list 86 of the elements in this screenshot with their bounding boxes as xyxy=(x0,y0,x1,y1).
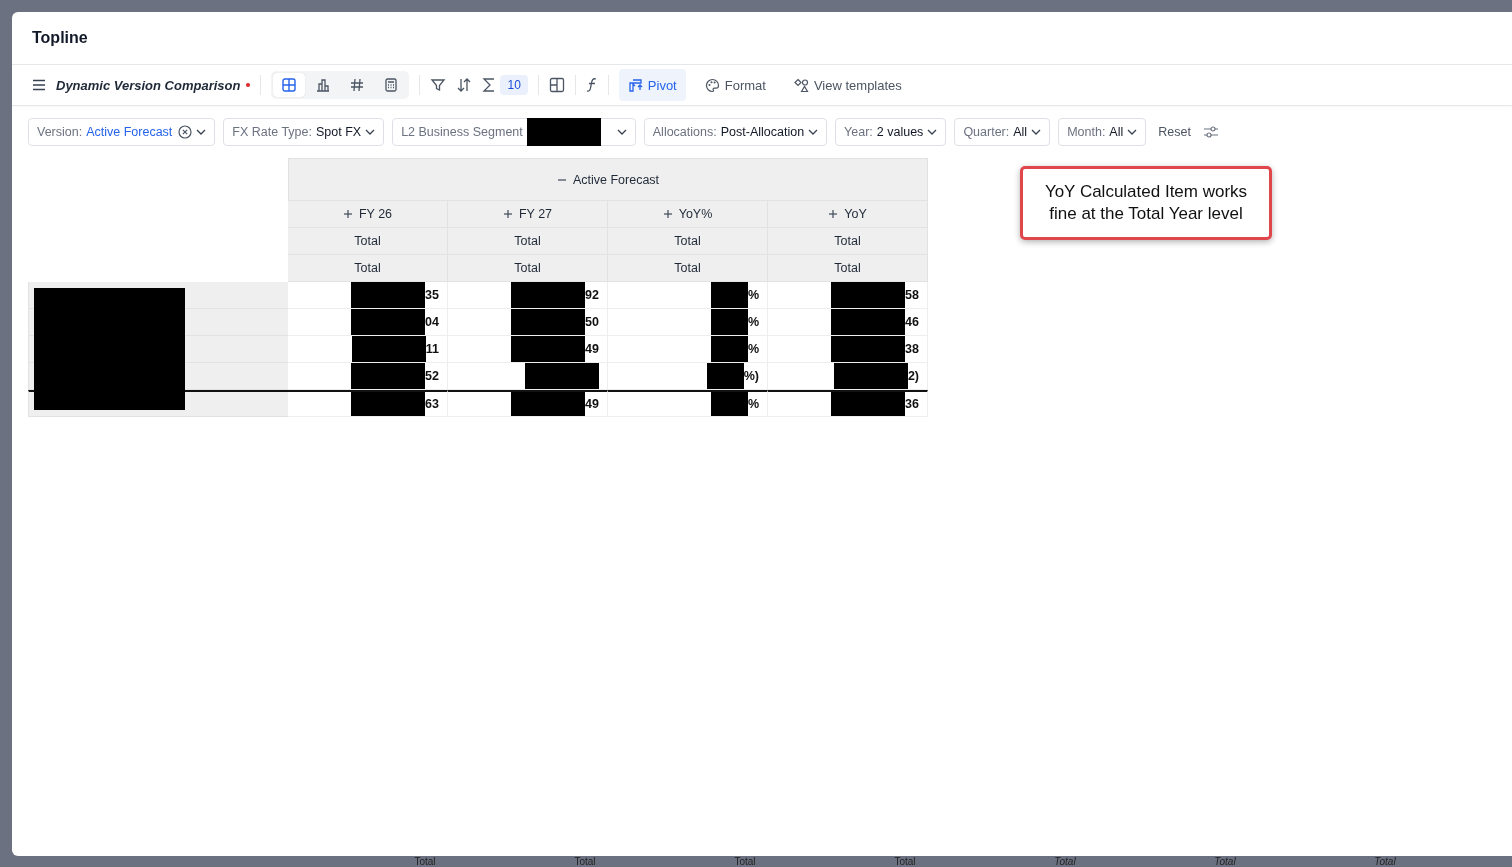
background-table-cell-text: Total xyxy=(1373,856,1397,867)
column-subheader: Total xyxy=(448,228,608,255)
background-table-cell-text: Total xyxy=(1053,856,1077,867)
reset-button[interactable]: Reset xyxy=(1154,125,1195,139)
filter-icon[interactable] xyxy=(430,77,447,93)
sort-icon[interactable] xyxy=(456,77,473,93)
table-cell: % xyxy=(747,397,759,411)
background-table-cell-text: Total xyxy=(733,856,757,867)
column-subheader: Total xyxy=(288,255,448,282)
table-cell: % xyxy=(747,342,759,356)
chevron-down-icon xyxy=(196,129,207,135)
column-subheader: Total xyxy=(768,228,928,255)
window-title: Topline xyxy=(32,29,88,47)
view-name[interactable]: Dynamic Version Comparison xyxy=(56,77,241,93)
table-cell: 58 xyxy=(905,288,919,302)
column-subheader: Total xyxy=(448,255,608,282)
count-badge: 10 xyxy=(500,75,528,95)
redaction-block xyxy=(710,392,748,416)
menu-icon[interactable] xyxy=(32,79,46,91)
table-cell: %) xyxy=(743,369,759,383)
column-subheader: Total xyxy=(768,255,928,282)
annotation-callout: YoY Calculated Item works fine at the Total Year level xyxy=(1020,166,1272,240)
background-table-cell-text: Total xyxy=(573,856,597,867)
background-table-cell-text: Total xyxy=(413,856,437,867)
sigma-icon[interactable] xyxy=(482,77,497,93)
table-cell: 92 xyxy=(585,288,599,302)
format-button[interactable]: Format xyxy=(695,69,775,101)
column-header[interactable]: FY 27 xyxy=(448,201,608,228)
filter-dropdown[interactable]: Quarter: All xyxy=(954,118,1051,146)
chevron-down-icon xyxy=(1127,129,1138,135)
redaction-block xyxy=(710,336,748,362)
table-cell: 11 xyxy=(425,342,439,356)
hash-icon xyxy=(350,78,365,92)
background-table-cell-text: Total xyxy=(893,856,917,867)
table-cell: 35 xyxy=(425,288,439,302)
pivot-icon xyxy=(627,77,643,93)
column-header[interactable]: FY 26 xyxy=(288,201,448,228)
table-cell: 63 xyxy=(425,397,439,411)
table-cell: 52 xyxy=(425,369,439,383)
table-cell: % xyxy=(747,288,759,302)
column-header[interactable]: YoY% xyxy=(608,201,768,228)
expand-icon[interactable] xyxy=(828,209,839,219)
redaction-block xyxy=(710,282,748,308)
function-icon[interactable] xyxy=(585,77,598,93)
table-cell: 04 xyxy=(425,315,439,329)
pivot-button[interactable]: Pivot xyxy=(618,69,686,101)
table-cell: 38 xyxy=(905,342,919,356)
expand-icon[interactable] xyxy=(502,209,513,219)
expand-icon[interactable] xyxy=(342,209,353,219)
templates-button[interactable]: View templates xyxy=(784,69,911,101)
chevron-down-icon xyxy=(1031,129,1042,135)
filter-dropdown[interactable]: Year: 2 values xyxy=(835,118,947,146)
grid-icon xyxy=(282,78,297,92)
filter-dropdown[interactable]: Month: All xyxy=(1058,118,1147,146)
chevron-down-icon xyxy=(616,129,627,135)
filter-dropdown[interactable]: L2 Business Segment xyxy=(392,118,636,146)
table-cell: 49 xyxy=(585,397,599,411)
table-cell: % xyxy=(747,315,759,329)
redaction-block xyxy=(706,363,744,389)
bar-chart-icon xyxy=(316,78,331,92)
table-cell: 2) xyxy=(907,369,919,383)
filter-dropdown[interactable]: FX Rate Type: Spot FX xyxy=(223,118,385,146)
expand-icon[interactable] xyxy=(662,209,673,219)
column-header[interactable]: YoY xyxy=(768,201,928,228)
calculator-icon xyxy=(384,78,399,92)
column-subheader: Total xyxy=(608,255,768,282)
layout-icon[interactable] xyxy=(548,77,565,93)
column-subheader: Total xyxy=(608,228,768,255)
filter-dropdown[interactable]: Version: Active Forecast xyxy=(28,118,216,146)
chevron-down-icon xyxy=(365,129,376,135)
filter-dropdown[interactable]: Allocations: Post-Allocation xyxy=(643,118,828,146)
clear-icon[interactable] xyxy=(178,125,193,139)
chevron-down-icon xyxy=(927,129,938,135)
settings-sliders-icon[interactable] xyxy=(1202,125,1219,139)
table-cell: 50 xyxy=(585,315,599,329)
shapes-icon xyxy=(793,77,809,93)
background-table-cell-text: Total xyxy=(1213,856,1237,867)
table-cell: 36 xyxy=(905,397,919,411)
table-cell: 49 xyxy=(585,342,599,356)
redaction-block xyxy=(710,309,748,335)
table-view-button[interactable] xyxy=(273,73,306,97)
table-cell: 46 xyxy=(905,315,919,329)
column-group-header[interactable]: Active Forecast xyxy=(288,158,928,201)
column-subheader: Total xyxy=(288,228,448,255)
chevron-down-icon xyxy=(808,129,819,135)
palette-icon xyxy=(704,77,720,93)
